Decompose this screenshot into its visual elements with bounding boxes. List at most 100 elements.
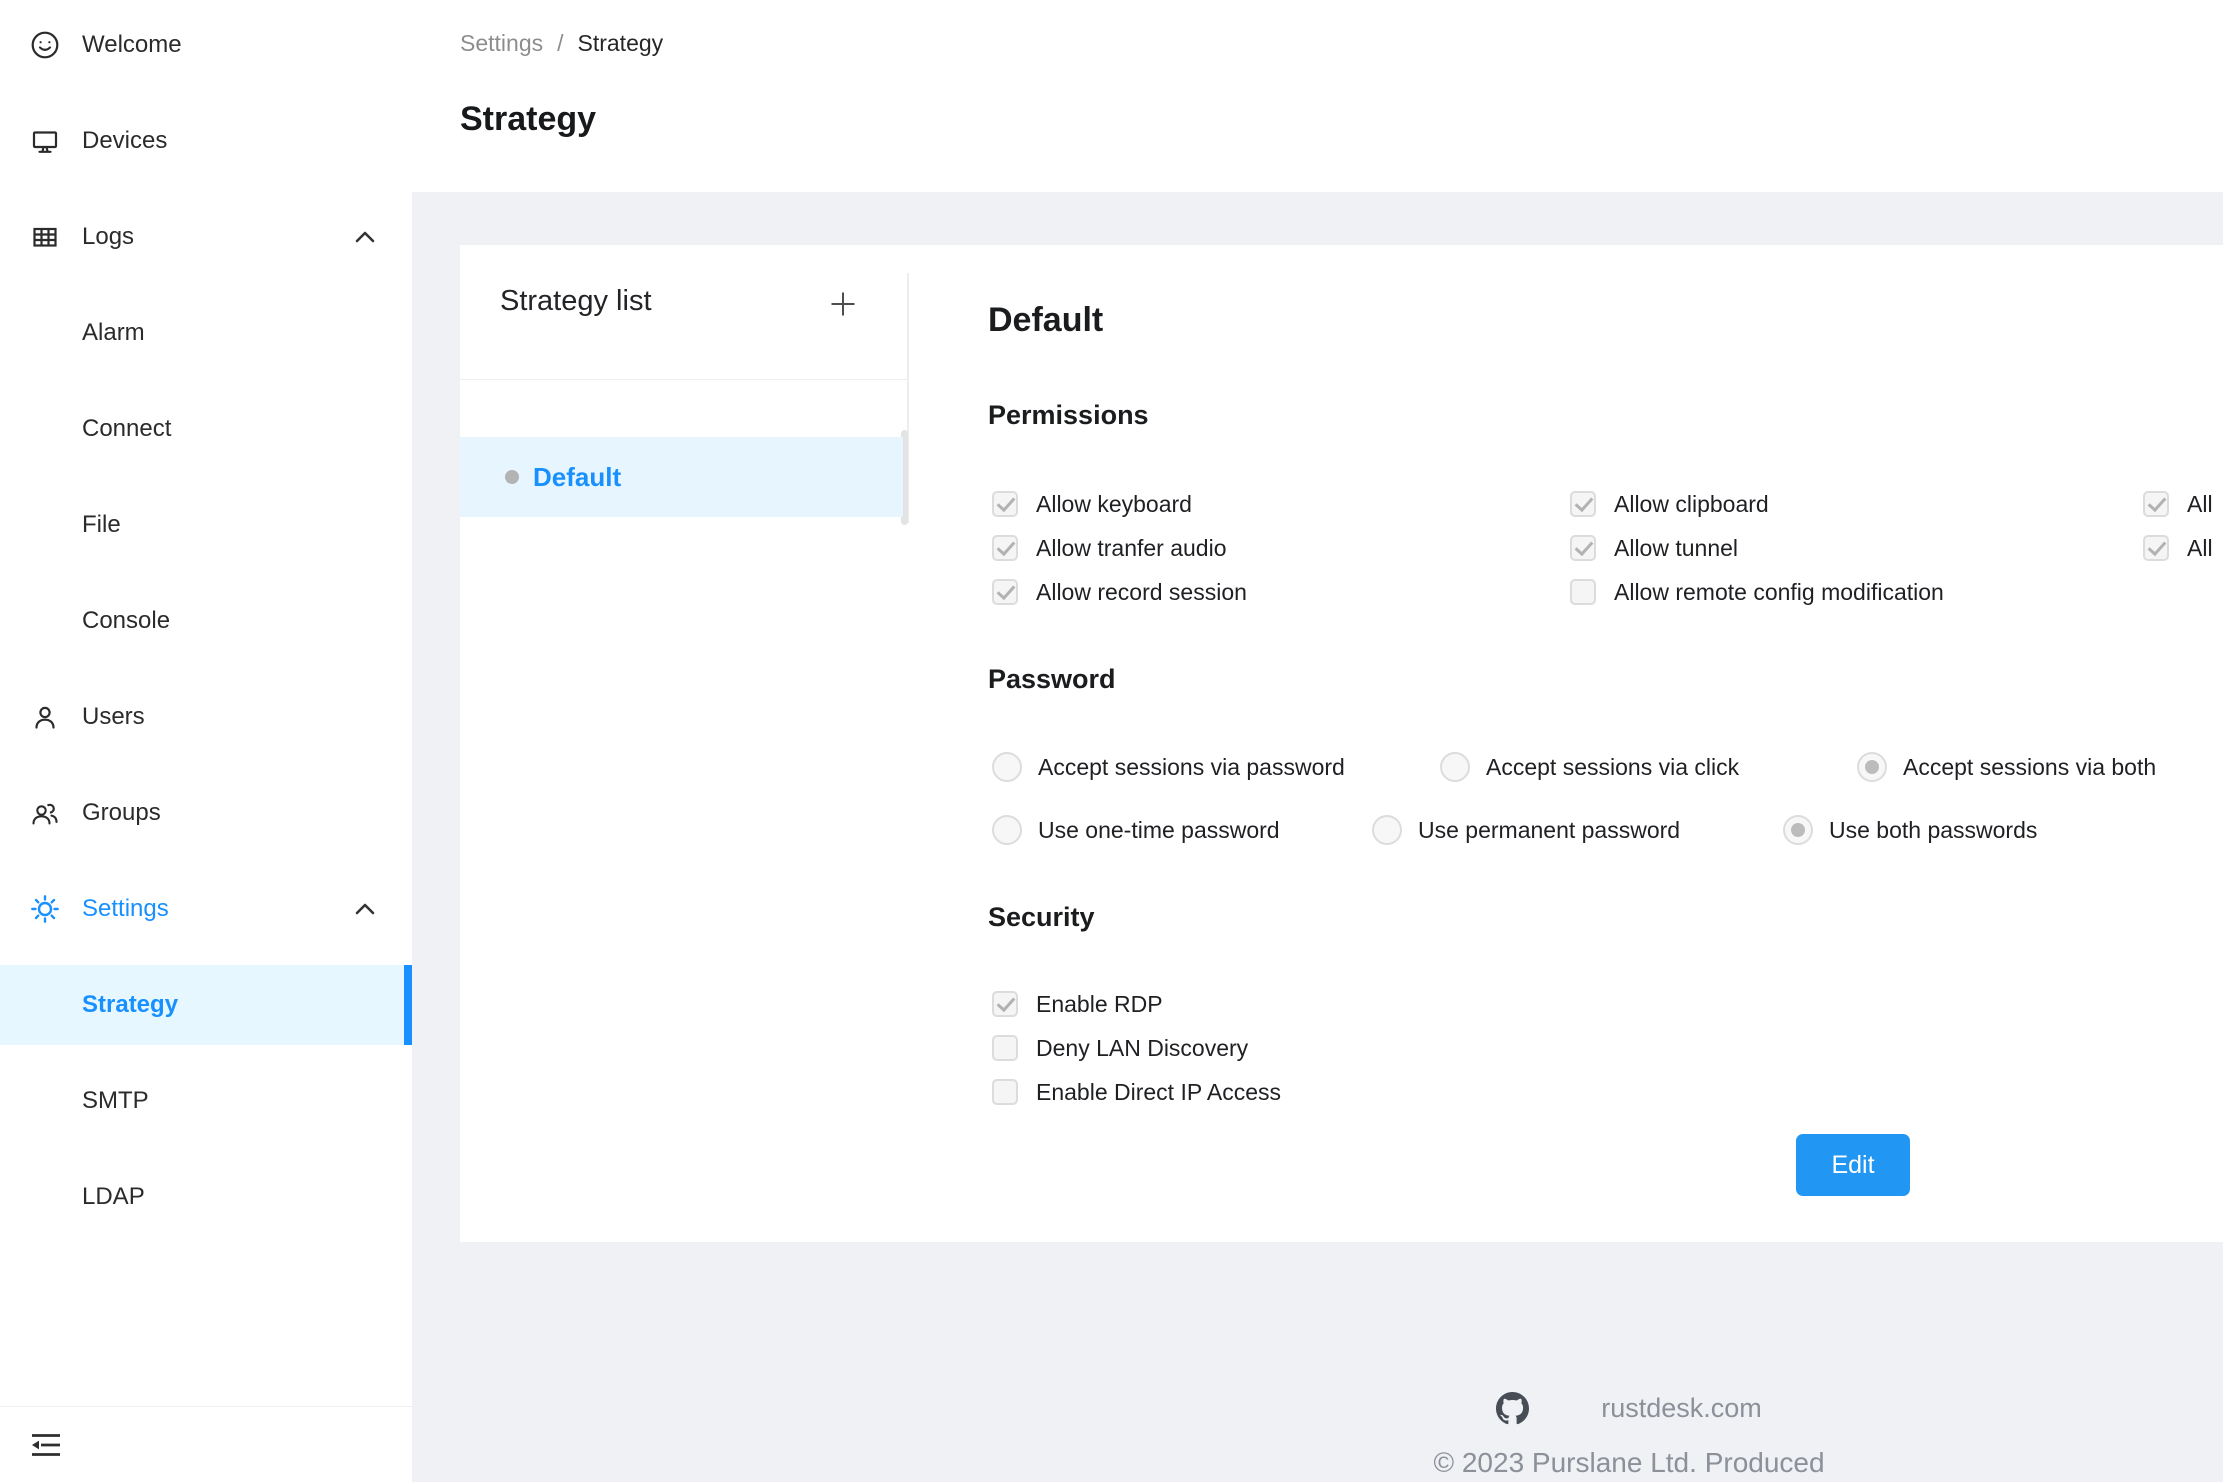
dot-icon xyxy=(505,470,519,484)
strategy-item-name: Default xyxy=(533,462,621,493)
edit-button[interactable]: Edit xyxy=(1796,1134,1910,1196)
checkbox-checked-icon xyxy=(992,991,1018,1017)
github-icon[interactable] xyxy=(1496,1392,1529,1425)
sidebar-item-strategy[interactable]: Strategy xyxy=(0,965,412,1045)
radio-accept-sessions-via-password[interactable]: Accept sessions via password xyxy=(992,745,1345,789)
sidebar-item-label: Devices xyxy=(82,127,167,155)
checkbox-allow-remote-config-modification[interactable]: Allow remote config modification xyxy=(1570,570,1944,614)
radio-selected-icon xyxy=(1783,815,1813,845)
sidebar-item-label: Users xyxy=(82,703,145,731)
radio-unselected-icon xyxy=(1440,752,1470,782)
radio-accept-sessions-via-both[interactable]: Accept sessions via both xyxy=(1857,745,2156,789)
checkbox-enable-rdp[interactable]: Enable RDP xyxy=(992,982,1281,1026)
gear-icon xyxy=(30,894,60,924)
checkbox-allow-tunnel[interactable]: Allow tunnel xyxy=(1570,526,1944,570)
password-accept-row: Accept sessions via password Accept sess… xyxy=(992,745,2223,789)
breadcrumb-settings[interactable]: Settings xyxy=(460,30,543,57)
checkbox-truncated-1[interactable]: All xyxy=(2143,482,2223,526)
permissions-heading: Permissions xyxy=(988,400,1149,431)
menu-fold-icon[interactable] xyxy=(30,1432,62,1458)
page-title: Strategy xyxy=(460,100,596,139)
checkbox-checked-icon xyxy=(992,579,1018,605)
checkbox-checked-icon xyxy=(992,535,1018,561)
users-icon xyxy=(30,798,60,828)
checkbox-checked-icon xyxy=(1570,491,1596,517)
sidebar-item-label: Welcome xyxy=(82,31,182,59)
checkbox-checked-icon xyxy=(2143,491,2169,517)
checkbox-truncated-2[interactable]: All xyxy=(2143,526,2223,570)
strategy-card: Strategy list Default Default Permission… xyxy=(460,245,2223,1242)
sidebar-item-label: Strategy xyxy=(82,991,178,1019)
smiley-icon xyxy=(30,30,60,60)
sidebar-item-label: Connect xyxy=(82,415,171,443)
breadcrumb-strategy: Strategy xyxy=(578,30,664,57)
checkbox-checked-icon xyxy=(1570,535,1596,561)
checkbox-deny-lan-discovery[interactable]: Deny LAN Discovery xyxy=(992,1026,1281,1070)
checkbox-allow-record-session[interactable]: Allow record session xyxy=(992,570,1247,614)
checkbox-allow-keyboard[interactable]: Allow keyboard xyxy=(992,482,1247,526)
user-icon xyxy=(30,702,60,732)
checkbox-checked-icon xyxy=(2143,535,2169,561)
sidebar-item-groups[interactable]: Groups xyxy=(0,773,412,853)
strategy-list-item-default[interactable]: Default xyxy=(460,437,903,517)
sidebar-item-settings[interactable]: Settings xyxy=(0,869,412,949)
chevron-up-icon[interactable] xyxy=(354,901,376,917)
plus-icon[interactable] xyxy=(828,289,858,319)
radio-selected-icon xyxy=(1857,752,1887,782)
radio-unselected-icon xyxy=(1372,815,1402,845)
radio-accept-sessions-via-click[interactable]: Accept sessions via click xyxy=(1440,745,1739,789)
sidebar-item-label: Groups xyxy=(82,799,161,827)
table-icon xyxy=(30,222,60,252)
radio-use-both-passwords[interactable]: Use both passwords xyxy=(1783,808,2037,852)
radio-unselected-icon xyxy=(992,815,1022,845)
password-type-row: Use one-time password Use permanent pass… xyxy=(992,808,2223,852)
checkbox-checked-icon xyxy=(992,491,1018,517)
security-column: Enable RDP Deny LAN Discovery Enable Dir… xyxy=(992,982,1281,1114)
sidebar-item-console[interactable]: Console xyxy=(0,581,412,661)
radio-use-permanent-password[interactable]: Use permanent password xyxy=(1372,808,1680,852)
radio-use-one-time-password[interactable]: Use one-time password xyxy=(992,808,1280,852)
checkbox-unchecked-icon xyxy=(992,1079,1018,1105)
chevron-up-icon[interactable] xyxy=(354,229,376,245)
checkbox-unchecked-icon xyxy=(1570,579,1596,605)
footer-link-row[interactable]: rustdesk.com xyxy=(1496,1392,1762,1425)
sidebar-item-users[interactable]: Users xyxy=(0,677,412,757)
breadcrumb-separator: / xyxy=(557,30,563,57)
checkbox-unchecked-icon xyxy=(992,1035,1018,1061)
page-header: Settings / Strategy Strategy xyxy=(412,0,2223,192)
sidebar-item-devices[interactable]: Devices xyxy=(0,101,412,181)
breadcrumb: Settings / Strategy xyxy=(460,30,663,57)
permissions-column-3: All All xyxy=(2143,482,2223,570)
sidebar-item-label: LDAP xyxy=(82,1183,145,1211)
strategy-detail-title: Default xyxy=(988,301,1103,340)
monitor-icon xyxy=(30,126,60,156)
sidebar-item-connect[interactable]: Connect xyxy=(0,389,412,469)
security-heading: Security xyxy=(988,902,1095,933)
sidebar-item-label: Settings xyxy=(82,895,169,923)
password-heading: Password xyxy=(988,664,1116,695)
sidebar-item-label: SMTP xyxy=(82,1087,149,1115)
sidebar-item-logs[interactable]: Logs xyxy=(0,197,412,277)
sidebar-item-label: File xyxy=(82,511,121,539)
checkbox-enable-direct-ip-access[interactable]: Enable Direct IP Access xyxy=(992,1070,1281,1114)
sidebar-item-file[interactable]: File xyxy=(0,485,412,565)
page-footer: rustdesk.com © 2023 Purslane Ltd. Produc… xyxy=(1329,1392,1929,1479)
strategy-list-title: Strategy list xyxy=(500,285,652,318)
copyright-text: © 2023 Purslane Ltd. Produced xyxy=(1433,1447,1824,1479)
permissions-column-2: Allow clipboard Allow tunnel Allow remot… xyxy=(1570,482,1944,614)
checkbox-allow-tranfer-audio[interactable]: Allow tranfer audio xyxy=(992,526,1247,570)
sidebar-item-alarm[interactable]: Alarm xyxy=(0,293,412,373)
sidebar: Welcome Devices Logs xyxy=(0,0,412,1482)
checkbox-allow-clipboard[interactable]: Allow clipboard xyxy=(1570,482,1944,526)
sidebar-item-label: Console xyxy=(82,607,170,635)
sidebar-item-ldap[interactable]: LDAP xyxy=(0,1157,412,1237)
sidebar-nav: Welcome Devices Logs xyxy=(0,0,412,1237)
rustdesk-link[interactable]: rustdesk.com xyxy=(1601,1393,1762,1424)
sidebar-item-smtp[interactable]: SMTP xyxy=(0,1061,412,1141)
sidebar-item-label: Alarm xyxy=(82,319,145,347)
list-header-divider xyxy=(460,379,907,380)
radio-unselected-icon xyxy=(992,752,1022,782)
sidebar-item-welcome[interactable]: Welcome xyxy=(0,5,412,85)
rustdesk-console-page: Settings / Strategy Strategy Welcome xyxy=(0,0,2223,1482)
permissions-column-1: Allow keyboard Allow tranfer audio Allow… xyxy=(992,482,1247,614)
